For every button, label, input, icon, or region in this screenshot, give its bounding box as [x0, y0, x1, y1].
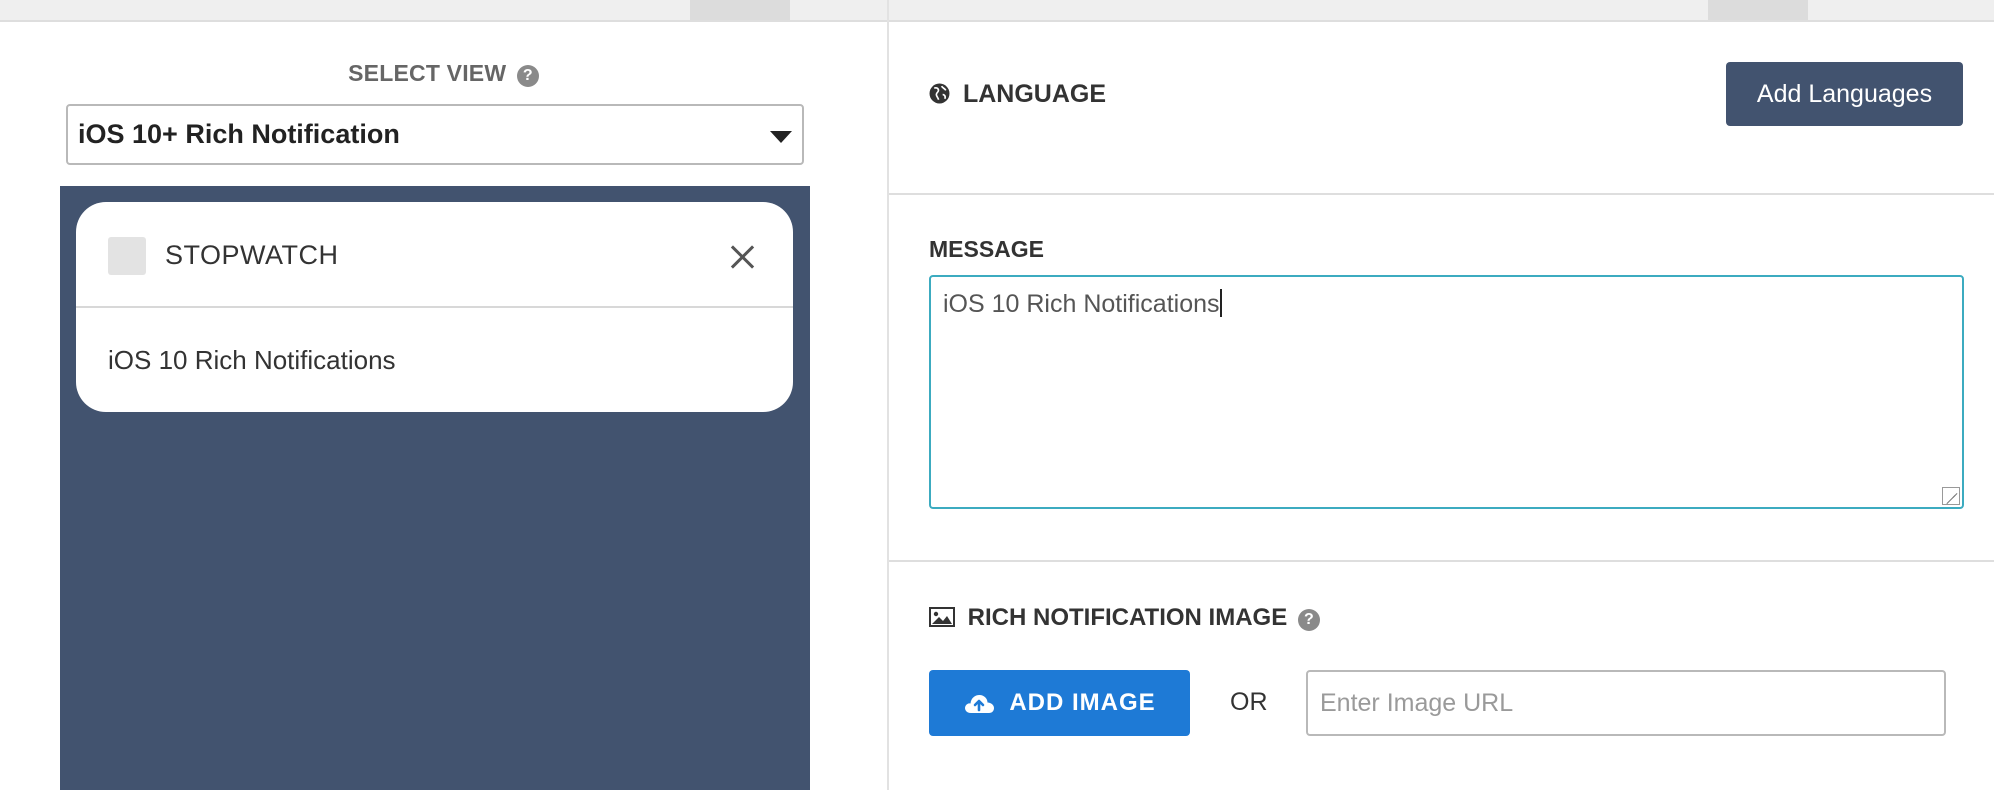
globe-icon: [929, 83, 950, 104]
column-divider: [887, 0, 889, 790]
notification-card: STOPWATCH iOS 10 Rich Notifications: [76, 202, 793, 412]
help-icon[interactable]: ?: [516, 65, 539, 87]
select-view-label-text: SELECT VIEW: [348, 60, 507, 86]
close-icon[interactable]: [717, 230, 769, 282]
language-title: LANGUAGE: [962, 80, 1107, 108]
app-icon: [108, 237, 146, 275]
message-label: MESSAGE: [929, 236, 1045, 262]
rich-image-title: RICH NOTIFICATION IMAGE: [967, 604, 1288, 631]
dropdown-caret-icon: [770, 131, 792, 143]
text-cursor: [1219, 289, 1222, 317]
add-image-button[interactable]: ADD IMAGE: [929, 670, 1190, 736]
left-scrollbar-thumb[interactable]: [690, 0, 790, 20]
right-scrollbar-thumb[interactable]: [1708, 0, 1808, 20]
resize-handle-icon[interactable]: [1942, 487, 1960, 505]
rich-image-heading: RICH NOTIFICATION IMAGE ?: [929, 604, 1320, 632]
image-icon: [929, 607, 955, 627]
message-textarea[interactable]: iOS 10 Rich Notifications: [929, 275, 1964, 509]
cloud-upload-icon: [965, 695, 995, 713]
language-heading: LANGUAGE: [929, 80, 1106, 109]
message-text: iOS 10 Rich Notifications: [943, 290, 1220, 318]
app-name: STOPWATCH: [165, 240, 339, 270]
add-image-label: ADD IMAGE: [1009, 689, 1156, 716]
top-scrollbar-track: [0, 0, 1994, 22]
add-languages-button[interactable]: Add Languages: [1726, 62, 1963, 126]
select-view-value: iOS 10+ Rich Notification: [78, 119, 400, 149]
section-divider: [889, 193, 1994, 195]
card-divider: [76, 306, 793, 308]
help-icon[interactable]: ?: [1297, 609, 1320, 631]
notification-message: iOS 10 Rich Notifications: [108, 345, 396, 375]
or-separator: OR: [1230, 688, 1268, 716]
image-url-input[interactable]: [1306, 670, 1946, 736]
select-view-label: SELECT VIEW ?: [0, 60, 887, 87]
notification-preview: STOPWATCH iOS 10 Rich Notifications: [60, 186, 810, 790]
select-view-dropdown[interactable]: iOS 10+ Rich Notification: [66, 104, 804, 165]
section-divider: [889, 560, 1994, 562]
